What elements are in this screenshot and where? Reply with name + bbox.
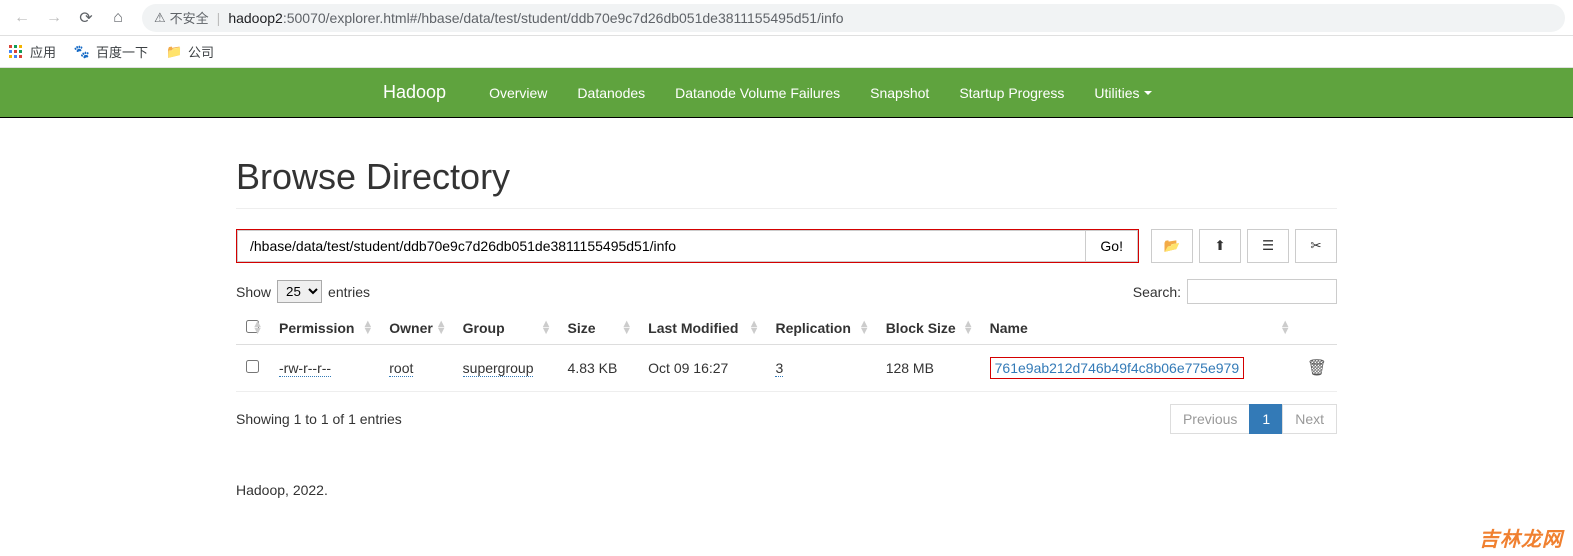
page-title: Browse Directory (236, 156, 1337, 209)
page-size-select[interactable]: 25 (277, 280, 322, 303)
col-owner[interactable]: Owner▲▼ (379, 312, 452, 345)
prev-page[interactable]: Previous (1170, 404, 1250, 434)
baidu-label: 百度一下 (96, 42, 148, 61)
cut-button[interactable]: ✂ (1295, 229, 1337, 263)
apps-icon (8, 44, 24, 60)
table-header-row: ▲▼ Permission▲▼ Owner▲▼ Group▲▼ Size▲▼ L… (236, 312, 1337, 345)
show-entries: Show 25 entries (236, 280, 370, 303)
sort-icon: ▲▼ (252, 321, 263, 335)
col-actions (1297, 312, 1337, 345)
url-path: :50070/explorer.html#/hbase/data/test/st… (283, 10, 844, 26)
list-view-button[interactable]: ☰ (1247, 229, 1289, 263)
nav-snapshot[interactable]: Snapshot (855, 68, 944, 118)
table-footer: Showing 1 to 1 of 1 entries Previous 1 N… (236, 404, 1337, 434)
sort-icon: ▲▼ (963, 321, 974, 335)
pagination: Previous 1 Next (1171, 404, 1337, 434)
toolbar-icons: 📂 ⬆ ☰ ✂ (1151, 229, 1337, 263)
list-icon: ☰ (1262, 238, 1274, 254)
address-url: hadoop2:50070/explorer.html#/hbase/data/… (228, 10, 843, 26)
apps-label: 应用 (30, 42, 56, 61)
browser-toolbar: ← → ⟳ ⌂ ⚠ 不安全 | hadoop2:50070/explorer.h… (0, 0, 1573, 36)
apps-bookmark[interactable]: 应用 (8, 42, 56, 61)
sort-icon: ▲▼ (1280, 321, 1291, 335)
col-block-size[interactable]: Block Size▲▼ (876, 312, 980, 345)
sort-icon: ▲▼ (859, 321, 870, 335)
showing-text: Showing 1 to 1 of 1 entries (236, 411, 402, 427)
show-label: Show (236, 284, 271, 300)
watermark: 吉林龙网 (1479, 523, 1563, 552)
nav-volume-failures[interactable]: Datanode Volume Failures (660, 68, 855, 118)
insecure-warning: ⚠ 不安全 (154, 8, 209, 27)
baidu-icon: 🐾 (74, 44, 90, 60)
block-size-cell: 128 MB (876, 345, 980, 392)
back-button[interactable]: ← (8, 4, 36, 32)
search-input[interactable] (1187, 279, 1337, 304)
sort-icon: ▲▼ (621, 321, 632, 335)
create-directory-button[interactable]: 📂 (1151, 229, 1193, 263)
go-button[interactable]: Go! (1085, 230, 1138, 262)
entries-label: entries (328, 284, 370, 300)
url-host: hadoop2 (228, 10, 283, 26)
forward-button[interactable]: → (40, 4, 68, 32)
path-input[interactable] (237, 230, 1085, 262)
upload-button[interactable]: ⬆ (1199, 229, 1241, 263)
address-bar[interactable]: ⚠ 不安全 | hadoop2:50070/explorer.html#/hba… (142, 4, 1565, 32)
main-navbar: Hadoop Overview Datanodes Datanode Volum… (0, 68, 1573, 118)
replication-cell[interactable]: 3 (775, 360, 783, 377)
nav-datanodes[interactable]: Datanodes (562, 68, 660, 118)
next-page[interactable]: Next (1282, 404, 1337, 434)
sort-icon: ▲▼ (436, 321, 447, 335)
navbar-brand[interactable]: Hadoop (383, 82, 446, 103)
table-controls: Show 25 entries Search: (236, 279, 1337, 304)
permission-cell[interactable]: -rw-r--r-- (279, 360, 331, 377)
search-box: Search: (1133, 279, 1337, 304)
warning-icon: ⚠ (154, 10, 166, 26)
nav-overview[interactable]: Overview (474, 68, 562, 118)
nav-startup-progress[interactable]: Startup Progress (944, 68, 1079, 118)
delete-button[interactable]: 🗑 (1307, 360, 1327, 377)
sort-icon: ▲▼ (541, 321, 552, 335)
col-name[interactable]: Name▲▼ (980, 312, 1297, 345)
dropdown-caret-icon (1144, 91, 1152, 95)
scissors-icon: ✂ (1310, 238, 1321, 254)
sort-icon: ▲▼ (362, 321, 373, 335)
company-bookmark[interactable]: 📁 公司 (166, 42, 214, 61)
folder-open-icon: 📂 (1164, 238, 1181, 254)
reload-button[interactable]: ⟳ (72, 4, 100, 32)
insecure-label: 不安全 (170, 8, 209, 27)
trash-icon: 🗑 (1307, 360, 1327, 377)
page-container: Browse Directory Go! 📂 ⬆ ☰ ✂ Show 25 ent… (221, 156, 1352, 498)
upload-icon: ⬆ (1214, 238, 1225, 254)
folder-icon: 📁 (166, 44, 182, 60)
owner-cell[interactable]: root (389, 360, 413, 377)
table-row: -rw-r--r-- root supergroup 4.83 KB Oct 0… (236, 345, 1337, 392)
nav-utilities-label: Utilities (1094, 85, 1139, 101)
size-cell: 4.83 KB (558, 345, 639, 392)
search-label: Search: (1133, 284, 1181, 300)
col-modified[interactable]: Last Modified▲▼ (638, 312, 765, 345)
baidu-bookmark[interactable]: 🐾 百度一下 (74, 42, 148, 61)
modified-cell: Oct 09 16:27 (638, 345, 765, 392)
file-table: ▲▼ Permission▲▼ Owner▲▼ Group▲▼ Size▲▼ L… (236, 312, 1337, 392)
home-button[interactable]: ⌂ (104, 4, 132, 32)
nav-utilities[interactable]: Utilities (1079, 68, 1166, 118)
row-checkbox[interactable] (246, 360, 259, 373)
col-replication[interactable]: Replication▲▼ (765, 312, 875, 345)
path-row: Go! 📂 ⬆ ☰ ✂ (236, 229, 1337, 263)
group-cell[interactable]: supergroup (463, 360, 534, 377)
sort-icon: ▲▼ (749, 321, 760, 335)
col-size[interactable]: Size▲▼ (558, 312, 639, 345)
page-1[interactable]: 1 (1249, 404, 1283, 434)
footer-text: Hadoop, 2022. (236, 482, 1337, 498)
company-label: 公司 (188, 42, 214, 61)
col-checkbox[interactable]: ▲▼ (236, 312, 269, 345)
col-group[interactable]: Group▲▼ (453, 312, 558, 345)
path-input-group: Go! (236, 229, 1139, 263)
col-permission[interactable]: Permission▲▼ (269, 312, 379, 345)
file-name-link[interactable]: 761e9ab212d746b49f4c8b06e775e979 (995, 360, 1239, 376)
address-separator: | (217, 10, 221, 26)
bookmark-bar: 应用 🐾 百度一下 📁 公司 (0, 36, 1573, 68)
